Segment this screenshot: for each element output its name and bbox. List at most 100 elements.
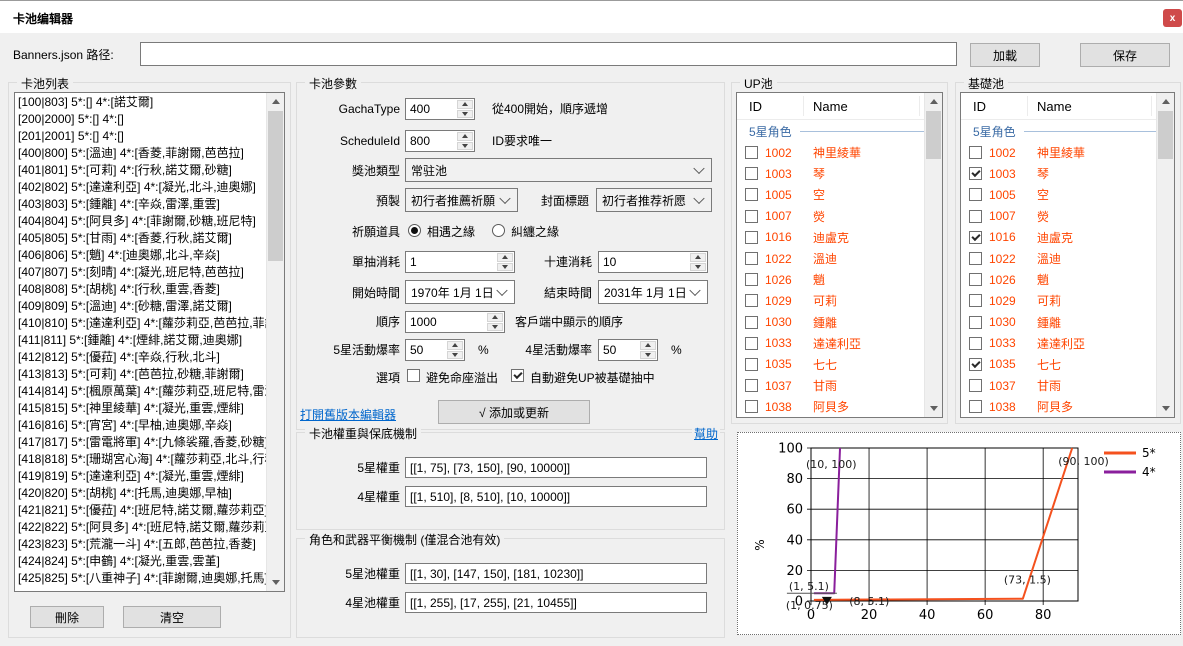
character-row[interactable]: 1002神里綾華 bbox=[961, 142, 1157, 163]
character-checkbox[interactable] bbox=[969, 358, 982, 371]
character-checkbox[interactable] bbox=[745, 273, 758, 286]
ten-cost-spinner[interactable]: 10 bbox=[598, 251, 708, 273]
wish-radio-meet[interactable] bbox=[408, 224, 421, 237]
character-row[interactable]: 1035七七 bbox=[961, 354, 1157, 375]
character-checkbox[interactable] bbox=[745, 167, 758, 180]
spin-down-icon[interactable] bbox=[690, 263, 706, 272]
character-row[interactable]: 1038阿貝多 bbox=[961, 396, 1157, 417]
list-item[interactable]: [200|2000] 5*:[] 4*:[] bbox=[15, 111, 267, 128]
character-checkbox[interactable] bbox=[969, 146, 982, 159]
scroll-thumb[interactable] bbox=[926, 111, 941, 159]
save-button[interactable]: 保存 bbox=[1080, 43, 1170, 67]
wish-radio-intertwined[interactable] bbox=[492, 224, 505, 237]
path-input[interactable] bbox=[140, 42, 957, 66]
add-or-update-button[interactable]: √ 添加或更新 bbox=[438, 400, 590, 424]
pool-weight5-input[interactable] bbox=[405, 563, 707, 584]
list-item[interactable]: [424|824] 5*:[申鶴] 4*:[凝光,重雲,雲堇] bbox=[15, 553, 267, 570]
character-checkbox[interactable] bbox=[969, 316, 982, 329]
list-item[interactable]: [405|805] 5*:[甘雨] 4*:[香菱,行秋,諾艾爾] bbox=[15, 230, 267, 247]
weight5-input[interactable] bbox=[405, 457, 707, 478]
list-item[interactable]: [421|821] 5*:[優菈] 4*:[班尼特,諾艾爾,蘿莎莉亞] bbox=[15, 502, 267, 519]
weight4-input[interactable] bbox=[405, 486, 707, 507]
character-row[interactable]: 1016迪盧克 bbox=[961, 227, 1157, 248]
pool-weight4-input[interactable] bbox=[405, 592, 707, 613]
character-row[interactable]: 1033達達利亞 bbox=[737, 333, 925, 354]
list-item[interactable]: [404|804] 5*:[阿貝多] 4*:[菲謝爾,砂糖,班尼特] bbox=[15, 213, 267, 230]
character-checkbox[interactable] bbox=[969, 273, 982, 286]
character-row[interactable]: 1030鍾離 bbox=[961, 312, 1157, 333]
character-checkbox[interactable] bbox=[745, 231, 758, 244]
character-row[interactable]: 1026魈 bbox=[737, 269, 925, 290]
option-avoid-constellation-overflow-checkbox[interactable] bbox=[407, 369, 420, 382]
list-item[interactable]: [423|823] 5*:[荒瀧一斗] 4*:[五郎,芭芭拉,香菱] bbox=[15, 536, 267, 553]
character-checkbox[interactable] bbox=[745, 379, 758, 392]
list-item[interactable]: [419|819] 5*:[達達利亞] 4*:[凝光,重雲,煙緋] bbox=[15, 468, 267, 485]
base-pool-listbox[interactable]: ID Name 5星角色 1002神里綾華1003琴1005空1007熒1016… bbox=[960, 92, 1175, 418]
character-row[interactable]: 1033達達利亞 bbox=[961, 333, 1157, 354]
character-row[interactable]: 1022溫迪 bbox=[737, 248, 925, 269]
character-checkbox[interactable] bbox=[969, 337, 982, 350]
option-auto-avoid-up-checkbox[interactable] bbox=[511, 369, 524, 382]
order-spinner[interactable]: 1000 bbox=[405, 311, 505, 333]
character-checkbox[interactable] bbox=[969, 294, 982, 307]
scroll-down-icon[interactable] bbox=[1157, 400, 1174, 417]
up-pool-listbox[interactable]: ID Name 5星角色 1002神里綾華1003琴1005空1007熒1016… bbox=[736, 92, 943, 418]
character-checkbox[interactable] bbox=[745, 316, 758, 329]
up-pool-scrollbar[interactable] bbox=[924, 93, 942, 417]
close-button[interactable]: x bbox=[1163, 9, 1182, 27]
pool-listbox[interactable]: [100|803] 5*:[] 4*:[諾艾爾][200|2000] 5*:[]… bbox=[14, 92, 285, 592]
spin-down-icon[interactable] bbox=[457, 110, 473, 119]
base-pool-scrollbar[interactable] bbox=[1156, 93, 1174, 417]
spin-up-icon[interactable] bbox=[640, 341, 656, 350]
character-row[interactable]: 1002神里綾華 bbox=[737, 142, 925, 163]
gacha-type-spinner[interactable]: 400 bbox=[405, 98, 475, 120]
character-row[interactable]: 1037甘雨 bbox=[737, 375, 925, 396]
character-checkbox[interactable] bbox=[969, 210, 982, 223]
list-item[interactable]: [415|815] 5*:[神里綾華] 4*:[凝光,重雲,煙緋] bbox=[15, 400, 267, 417]
character-row[interactable]: 1005空 bbox=[961, 184, 1157, 205]
end-time-picker[interactable]: 2031年 1月 1日 bbox=[598, 280, 708, 304]
character-row[interactable]: 1037甘雨 bbox=[961, 375, 1157, 396]
rate5-spinner[interactable]: 50 bbox=[405, 339, 465, 361]
list-item[interactable]: [411|811] 5*:[鍾離] 4*:[煙緋,諾艾爾,迪奧娜] bbox=[15, 332, 267, 349]
scroll-up-icon[interactable] bbox=[1157, 93, 1174, 110]
list-item[interactable]: [414|814] 5*:[楓原萬葉] 4*:[蘿莎莉亞,班尼特,雷澤] bbox=[15, 383, 267, 400]
spin-down-icon[interactable] bbox=[640, 351, 656, 360]
character-checkbox[interactable] bbox=[745, 358, 758, 371]
list-item[interactable]: [401|801] 5*:[可莉] 4*:[行秋,諾艾爾,砂糖] bbox=[15, 162, 267, 179]
clear-button[interactable]: 清空 bbox=[123, 606, 221, 628]
open-old-editor-link[interactable]: 打開舊版本編輯器 bbox=[300, 406, 396, 423]
character-checkbox[interactable] bbox=[745, 337, 758, 350]
spin-down-icon[interactable] bbox=[457, 142, 473, 151]
scroll-down-icon[interactable] bbox=[925, 400, 942, 417]
character-row[interactable]: 1007熒 bbox=[737, 206, 925, 227]
list-item[interactable]: [422|822] 5*:[阿貝多] 4*:[班尼特,諾艾爾,蘿莎莉亞] bbox=[15, 519, 267, 536]
list-item[interactable]: [403|803] 5*:[鍾離] 4*:[辛焱,雷澤,重雲] bbox=[15, 196, 267, 213]
list-item[interactable]: [402|802] 5*:[達達利亞] 4*:[凝光,北斗,迪奧娜] bbox=[15, 179, 267, 196]
load-button[interactable]: 加載 bbox=[970, 43, 1040, 67]
character-row[interactable]: 1026魈 bbox=[961, 269, 1157, 290]
list-item[interactable]: [201|2001] 5*:[] 4*:[] bbox=[15, 128, 267, 145]
spin-up-icon[interactable] bbox=[457, 132, 473, 141]
spin-down-icon[interactable] bbox=[447, 351, 463, 360]
spinner-arrows[interactable] bbox=[456, 99, 474, 119]
character-row[interactable]: 1005空 bbox=[737, 184, 925, 205]
list-item[interactable]: [417|817] 5*:[雷電將軍] 4*:[九條裟羅,香菱,砂糖] bbox=[15, 434, 267, 451]
character-checkbox[interactable] bbox=[745, 210, 758, 223]
list-item[interactable]: [412|812] 5*:[優菈] 4*:[辛焱,行秋,北斗] bbox=[15, 349, 267, 366]
character-checkbox[interactable] bbox=[745, 252, 758, 265]
list-item[interactable]: [406|806] 5*:[魈] 4*:[迪奧娜,北斗,辛焱] bbox=[15, 247, 267, 264]
pool-type-select[interactable]: 常驻池 bbox=[405, 158, 712, 182]
spin-up-icon[interactable] bbox=[447, 341, 463, 350]
list-item[interactable]: [400|800] 5*:[溫迪] 4*:[香菱,菲謝爾,芭芭拉] bbox=[15, 145, 267, 162]
character-row[interactable]: 1003琴 bbox=[961, 163, 1157, 184]
scroll-thumb[interactable] bbox=[1158, 111, 1173, 159]
list-item[interactable]: [413|813] 5*:[可莉] 4*:[芭芭拉,砂糖,菲謝爾] bbox=[15, 366, 267, 383]
character-checkbox[interactable] bbox=[745, 188, 758, 201]
spinner-arrows[interactable] bbox=[446, 340, 464, 360]
list-item[interactable]: [420|820] 5*:[胡桃] 4*:[托馬,迪奧娜,早柚] bbox=[15, 485, 267, 502]
character-row[interactable]: 1029可莉 bbox=[961, 290, 1157, 311]
list-item[interactable]: [410|810] 5*:[達達利亞] 4*:[蘿莎莉亞,芭芭拉,菲謝爾] bbox=[15, 315, 267, 332]
character-checkbox[interactable] bbox=[969, 167, 982, 180]
cover-title-select[interactable]: 初行者推荐祈愿 bbox=[596, 188, 712, 212]
